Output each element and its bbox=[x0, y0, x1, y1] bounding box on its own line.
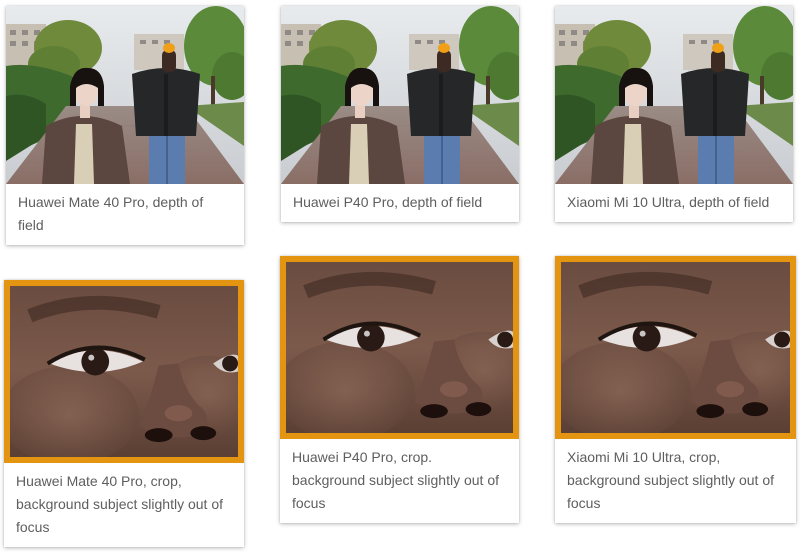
portrait-photo[interactable] bbox=[555, 6, 793, 184]
photo-caption: Xiaomi Mi 10 Ultra, crop, background sub… bbox=[567, 449, 775, 511]
photo-card-mate40-crop: Huawei Mate 40 Pro, crop, background sub… bbox=[4, 280, 244, 547]
photo-caption: Xiaomi Mi 10 Ultra, depth of field bbox=[567, 194, 770, 210]
photo-card-mi10ultra-dof: Xiaomi Mi 10 Ultra, depth of field bbox=[555, 6, 793, 222]
photo-caption: Huawei P40 Pro, crop. background subject… bbox=[292, 449, 500, 511]
face-crop-photo[interactable] bbox=[4, 280, 244, 463]
photo-caption: Huawei Mate 40 Pro, crop, background sub… bbox=[16, 473, 224, 535]
photo-caption: Huawei P40 Pro, depth of field bbox=[293, 194, 483, 210]
photo-card-p40-dof: Huawei P40 Pro, depth of field bbox=[281, 6, 519, 222]
photo-card-mi10ultra-crop: Xiaomi Mi 10 Ultra, crop, background sub… bbox=[555, 256, 796, 523]
photo-card-mate40-dof: Huawei Mate 40 Pro, depth of field bbox=[6, 6, 244, 245]
portrait-photo[interactable] bbox=[6, 6, 244, 184]
portrait-photo[interactable] bbox=[281, 6, 519, 184]
photo-caption: Huawei Mate 40 Pro, depth of field bbox=[18, 194, 204, 233]
face-crop-photo[interactable] bbox=[280, 256, 519, 439]
face-crop-photo[interactable] bbox=[555, 256, 796, 439]
photo-card-p40-crop: Huawei P40 Pro, crop. background subject… bbox=[280, 256, 519, 523]
